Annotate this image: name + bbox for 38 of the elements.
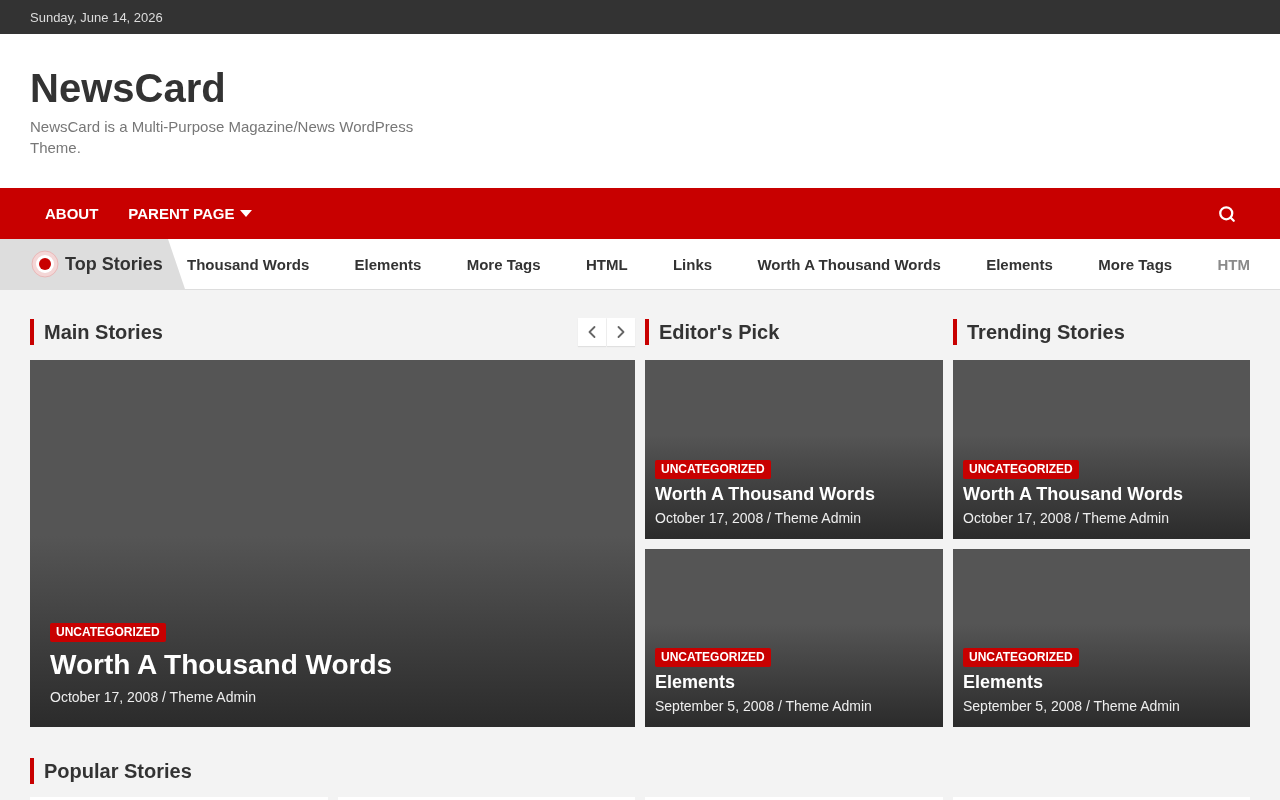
search-button[interactable] [1218, 204, 1236, 223]
ticker-title: Top Stories [65, 253, 163, 275]
nav-item[interactable]: PARENT PAGE [113, 188, 268, 239]
post-meta: October 17, 2008 / Theme Admin [50, 688, 256, 707]
category-badge[interactable]: UNCATEGORIZED [655, 459, 771, 479]
ticker-link[interactable]: Elements [986, 255, 1053, 273]
date-text: Sunday, June 14, 2026 [30, 9, 163, 25]
post-title[interactable]: Elements [963, 671, 1044, 693]
post-title[interactable]: Worth A Thousand Words [655, 482, 875, 505]
search-icon [1218, 204, 1236, 223]
post-meta: September 5, 2008 / Theme Admin [655, 697, 872, 716]
post-title[interactable]: Elements [655, 671, 736, 693]
ticker-link[interactable]: Worth A Thousand Words [757, 255, 941, 273]
live-dot-icon [31, 250, 59, 278]
ticker-link[interactable]: Elements [354, 255, 422, 273]
post-title[interactable]: Worth A Thousand Words [50, 648, 393, 682]
section-title: Main Stories [30, 319, 163, 345]
category-badge[interactable]: UNCATEGORIZED [50, 623, 166, 642]
category-badge[interactable]: UNCATEGORIZED [963, 459, 1079, 479]
post-meta: October 17, 2008 / Theme Admin [655, 508, 861, 528]
section-title: Popular Stories [30, 758, 192, 784]
site-tagline: NewsCard is a Multi-Purpose Magazine/News WordPress Theme. [30, 117, 415, 158]
next-button[interactable] [607, 318, 635, 346]
ticker-link[interactable]: More Tags [1098, 255, 1173, 273]
category-badge[interactable]: UNCATEGORIZED [963, 648, 1079, 667]
category-badge[interactable]: UNCATEGORIZED [655, 648, 771, 667]
ticker-link[interactable]: Thousand Words [187, 255, 310, 273]
ticker-link[interactable]: Links [672, 255, 713, 273]
post-meta: October 17, 2008 / Theme Admin [963, 508, 1169, 528]
ticker-link[interactable]: More Tags [466, 255, 541, 273]
previous-button[interactable] [578, 318, 606, 346]
section-title: Editor's Pick [645, 319, 780, 345]
post-title[interactable]: Worth A Thousand Words [963, 482, 1183, 505]
nav-item[interactable]: ABOUT [30, 188, 114, 239]
site-title[interactable]: NewsCard [30, 64, 226, 112]
ticker-link[interactable]: HTML [585, 255, 628, 273]
post-meta: September 5, 2008 / Theme Admin [963, 697, 1180, 716]
section-title: Trending Stories [953, 319, 1125, 345]
